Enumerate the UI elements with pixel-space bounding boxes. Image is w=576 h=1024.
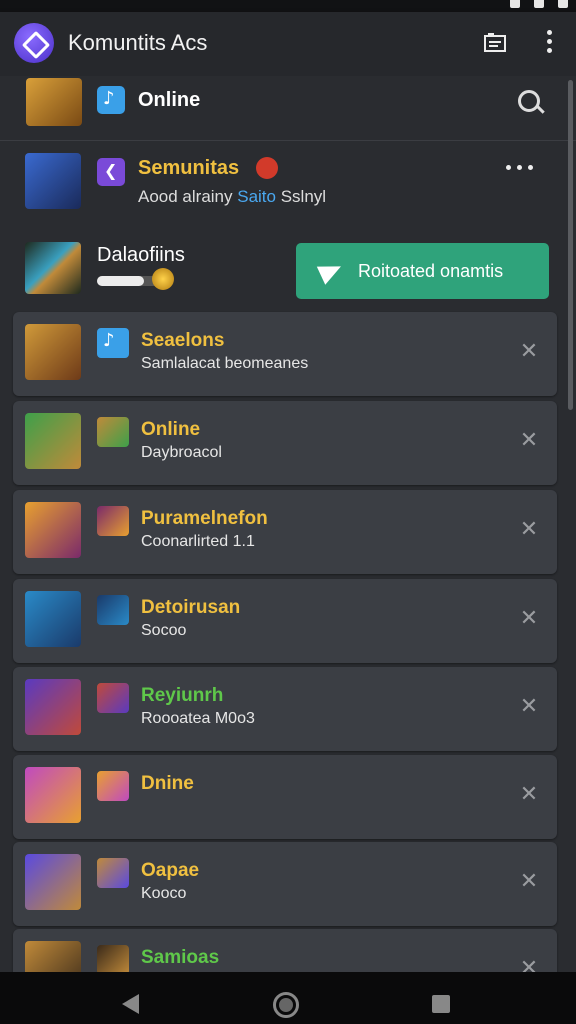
- home-icon[interactable]: [273, 992, 299, 1018]
- send-icon: [316, 257, 346, 285]
- item-title: Puramelnefon: [141, 508, 268, 529]
- item-title: Dnine: [141, 773, 194, 794]
- signal-icon: [534, 0, 544, 8]
- item-subtitle: Kooco: [141, 885, 187, 902]
- app-icon: [97, 506, 129, 536]
- music-app-icon: [97, 86, 125, 114]
- app-icon: [97, 417, 129, 447]
- game-art-thumbnail: [25, 502, 81, 558]
- app-icon: [97, 158, 125, 186]
- recents-icon[interactable]: [432, 995, 450, 1013]
- item-subtitle: Socoo: [141, 622, 187, 639]
- close-icon[interactable]: ✕: [519, 341, 539, 363]
- list-item[interactable]: Reyiunrh Roooatea M0o3 ✕: [13, 667, 557, 751]
- battery-icon: [558, 0, 568, 8]
- list-item[interactable]: Detoirusan Socoo ✕: [13, 579, 557, 663]
- featured-title: Semunitas: [138, 157, 240, 179]
- more-options-icon[interactable]: [506, 165, 533, 170]
- app-icon: [97, 945, 129, 975]
- item-title: Samioas: [141, 947, 220, 968]
- list-item[interactable]: Online Daybroacol ✕: [13, 401, 557, 485]
- wifi-icon: [510, 0, 520, 8]
- item-subtitle: Roooatea M0o3: [141, 710, 255, 727]
- progress-fill: [97, 276, 144, 286]
- item-title: Reyiunrh: [141, 685, 224, 706]
- overflow-menu-icon[interactable]: [541, 30, 557, 58]
- coin-icon: [152, 268, 174, 290]
- featured-subtitle: Aood alrainy Saito Sslnyl: [138, 187, 326, 207]
- subtitle-text: Aood alrainy: [138, 187, 238, 206]
- online-label: Online: [138, 89, 201, 111]
- send-button-label: Roitoated onamtis: [358, 261, 504, 281]
- game-art-thumbnail: [25, 591, 81, 647]
- subtitle-highlight: Saito: [237, 187, 276, 206]
- app-icon: [97, 858, 129, 888]
- list-item[interactable]: Dnine ✕: [13, 755, 557, 839]
- list-item[interactable]: Seaelons Samlalacat beomeanes ✕: [13, 312, 557, 396]
- app-bar: Komuntits Acs: [0, 12, 576, 76]
- list-item[interactable]: Oapae Kooco ✕: [13, 842, 557, 926]
- status-bar: [0, 0, 576, 12]
- game-art-thumbnail: [25, 153, 81, 209]
- item-title: Detoirusan: [141, 597, 241, 618]
- search-icon[interactable]: [518, 90, 540, 112]
- app-icon: [97, 771, 129, 801]
- online-row[interactable]: Online: [0, 76, 576, 141]
- game-art-thumbnail: [25, 854, 81, 910]
- app-icon: [97, 328, 129, 358]
- game-art-thumbnail: [25, 679, 81, 735]
- notification-badge-icon: [256, 157, 278, 179]
- game-art-thumbnail: [26, 78, 82, 126]
- close-icon[interactable]: ✕: [519, 871, 539, 893]
- game-art-thumbnail: [25, 767, 81, 823]
- scrollbar[interactable]: [568, 80, 573, 410]
- item-subtitle: Coonarlirted 1.1: [141, 533, 255, 550]
- item-title: Oapae: [141, 860, 200, 881]
- item-subtitle: Daybroacol: [141, 444, 222, 461]
- game-art-thumbnail: [25, 413, 81, 469]
- status-icons: [510, 0, 568, 8]
- close-icon[interactable]: ✕: [519, 696, 539, 718]
- back-icon[interactable]: [122, 994, 139, 1014]
- system-nav-bar: [0, 972, 576, 1024]
- sync-icon[interactable]: [484, 32, 506, 52]
- item-subtitle: Samlalacat beomeanes: [141, 355, 309, 372]
- app-icon: [97, 683, 129, 713]
- close-icon[interactable]: ✕: [519, 608, 539, 630]
- app-title: Komuntits Acs: [68, 30, 208, 55]
- item-title: Seaelons: [141, 330, 225, 351]
- game-art-thumbnail: [25, 324, 81, 380]
- app-icon: [97, 595, 129, 625]
- subtitle-suffix: Sslnyl: [275, 187, 327, 206]
- app-logo-icon[interactable]: [14, 23, 54, 63]
- featured-row[interactable]: Semunitas Aood alrainy Saito Sslnyl: [0, 141, 576, 231]
- item-title: Online: [141, 419, 201, 440]
- close-icon[interactable]: ✕: [519, 784, 539, 806]
- downloads-label: Dalaofiins: [97, 244, 185, 266]
- close-icon[interactable]: ✕: [519, 430, 539, 452]
- send-button[interactable]: Roitoated onamtis: [296, 243, 549, 299]
- close-icon[interactable]: ✕: [519, 519, 539, 541]
- list-item[interactable]: Puramelnefon Coonarlirted 1.1 ✕: [13, 490, 557, 574]
- weapon-art-thumbnail: [25, 242, 81, 294]
